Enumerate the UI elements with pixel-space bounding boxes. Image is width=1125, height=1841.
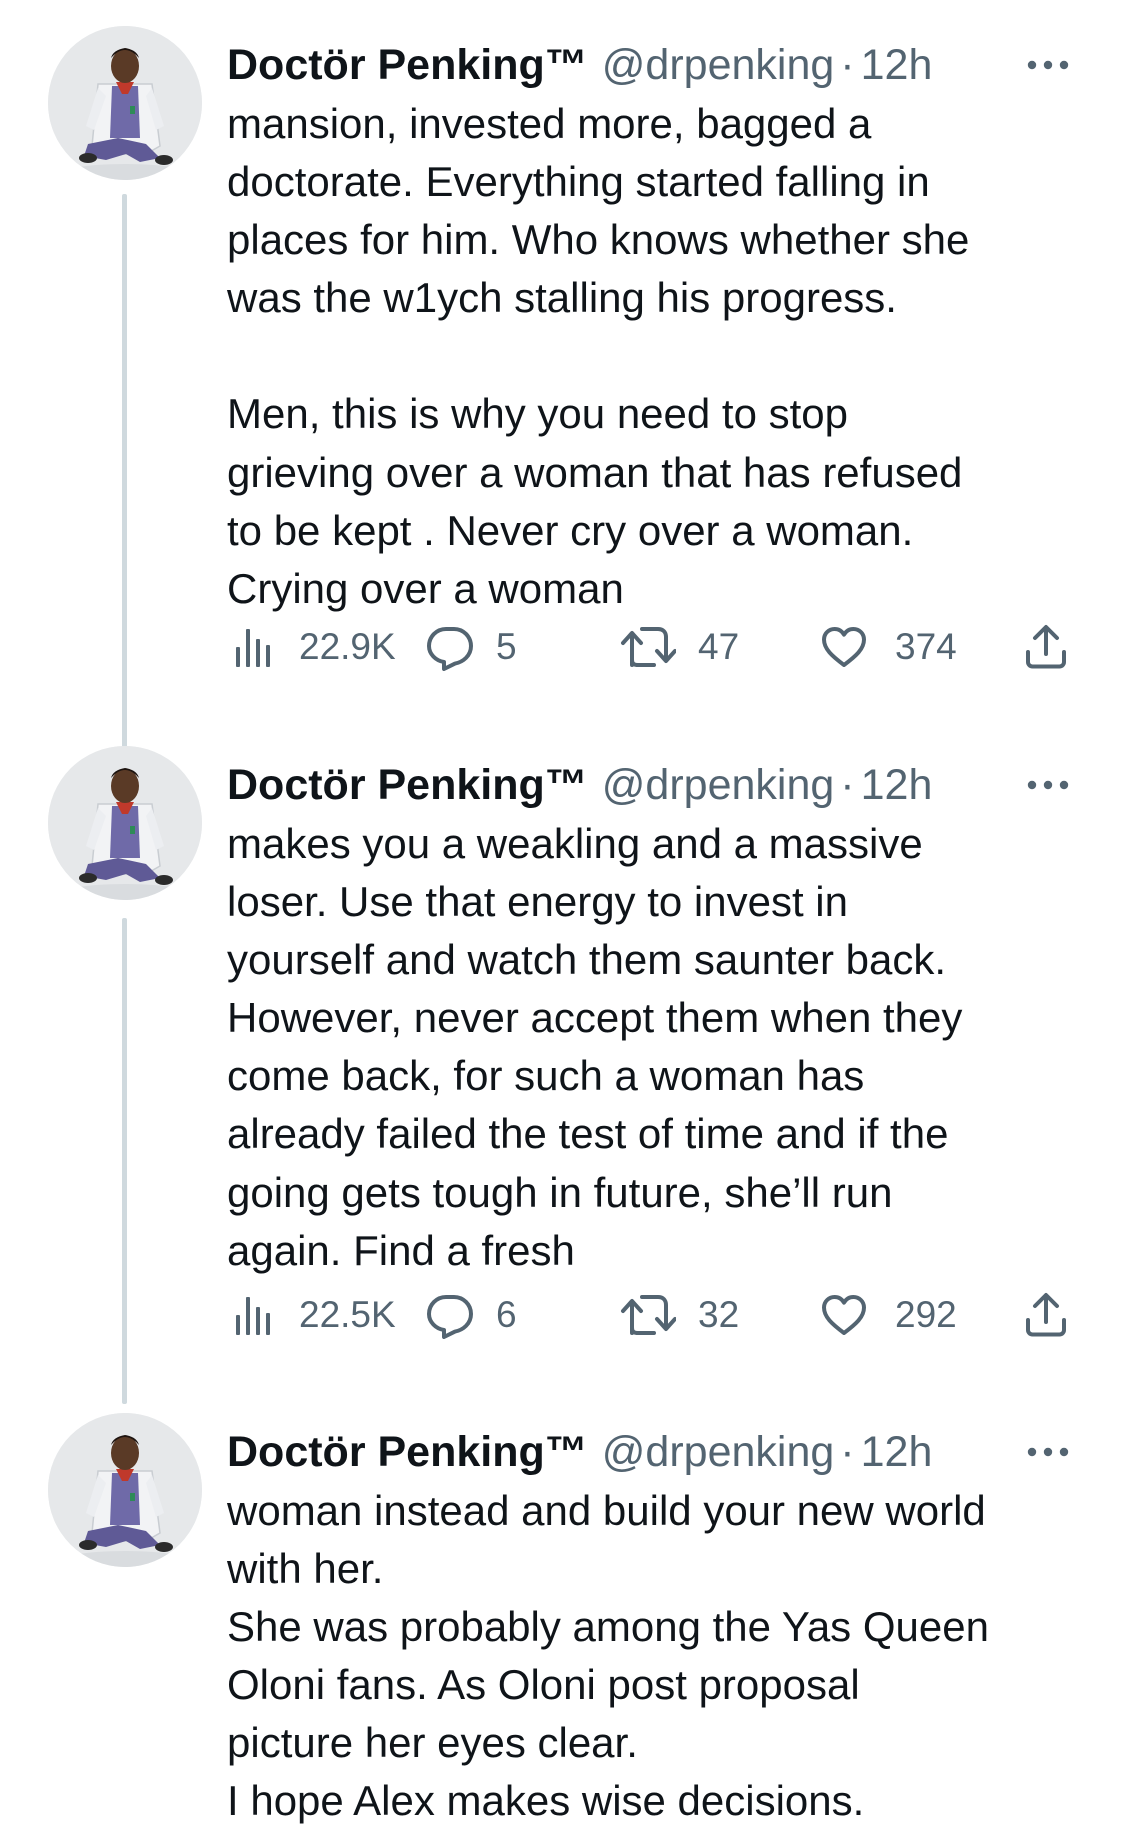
reply-count: 5: [496, 626, 517, 667]
timestamp[interactable]: 12h: [861, 757, 933, 813]
timestamp[interactable]: 12h: [861, 37, 933, 93]
tweet-header: Doctör Penking™ @drpenking · 12h: [227, 757, 932, 813]
like-count: 374: [895, 626, 957, 667]
retweet-button[interactable]: 32: [620, 1285, 739, 1345]
like-button[interactable]: 292: [820, 1285, 957, 1345]
tweet-text: woman instead and build your new world w…: [227, 1487, 989, 1825]
like-button[interactable]: 374: [820, 617, 957, 677]
heart-icon: [820, 1293, 868, 1337]
analytics-bars-icon: [233, 1293, 273, 1337]
profile-photo: [48, 26, 202, 180]
author-handle[interactable]: @drpenking: [602, 757, 835, 813]
avatar[interactable]: [48, 746, 202, 900]
thread-connector-line: [122, 194, 127, 758]
like-count: 292: [895, 1294, 957, 1335]
retweet-arrows-icon: [620, 1293, 676, 1337]
share-upload-icon: [1024, 624, 1068, 670]
retweet-button[interactable]: 47: [620, 617, 739, 677]
reply-bubble-icon: [426, 1291, 474, 1339]
views-count: 22.9K: [299, 626, 396, 667]
tweet-header: Doctör Penking™ @drpenking · 12h: [227, 1424, 932, 1480]
separator-dot: ·: [840, 1428, 855, 1476]
avatar[interactable]: [48, 26, 202, 180]
retweet-arrows-icon: [620, 625, 676, 669]
separator-dot: ·: [840, 41, 855, 89]
tweet-text: makes you a weakling and a massive loser…: [227, 820, 963, 1274]
share-button[interactable]: [1024, 1285, 1068, 1345]
reply-bubble-icon: [426, 623, 474, 671]
more-options-button[interactable]: [1026, 1444, 1070, 1460]
more-horizontal-icon: [1026, 777, 1070, 793]
timestamp[interactable]: 12h: [861, 1424, 933, 1480]
author-handle[interactable]: @drpenking: [602, 37, 835, 93]
tweet-text: mansion, invested more, bagged a doctora…: [227, 100, 970, 612]
more-options-button[interactable]: [1026, 777, 1070, 793]
author-display-name[interactable]: Doctör Penking™: [227, 757, 588, 813]
avatar[interactable]: [48, 1413, 202, 1567]
tweet-header: Doctör Penking™ @drpenking · 12h: [227, 37, 932, 93]
profile-photo: [48, 746, 202, 900]
analytics-bars-icon: [233, 625, 273, 669]
author-display-name[interactable]: Doctör Penking™: [227, 1424, 588, 1480]
separator-dot: ·: [840, 761, 855, 809]
reply-button[interactable]: 5: [426, 617, 517, 677]
more-options-button[interactable]: [1026, 57, 1070, 73]
thread-connector-line: [122, 918, 127, 1404]
more-horizontal-icon: [1026, 1444, 1070, 1460]
share-upload-icon: [1024, 1292, 1068, 1338]
views-count: 22.5K: [299, 1294, 396, 1335]
views-button[interactable]: 22.5K: [233, 1285, 396, 1345]
views-button[interactable]: 22.9K: [233, 617, 396, 677]
heart-icon: [820, 625, 868, 669]
tweet-actions: 22.5K 6 32 292: [227, 1285, 1087, 1345]
profile-photo: [48, 1413, 202, 1567]
share-button[interactable]: [1024, 617, 1068, 677]
author-display-name[interactable]: Doctör Penking™: [227, 37, 588, 93]
tweet-actions: 22.9K 5 47 374: [227, 617, 1087, 677]
more-horizontal-icon: [1026, 57, 1070, 73]
retweet-count: 32: [698, 1294, 740, 1335]
reply-count: 6: [496, 1294, 517, 1335]
reply-button[interactable]: 6: [426, 1285, 517, 1345]
retweet-count: 47: [698, 626, 740, 667]
author-handle[interactable]: @drpenking: [602, 1424, 835, 1480]
